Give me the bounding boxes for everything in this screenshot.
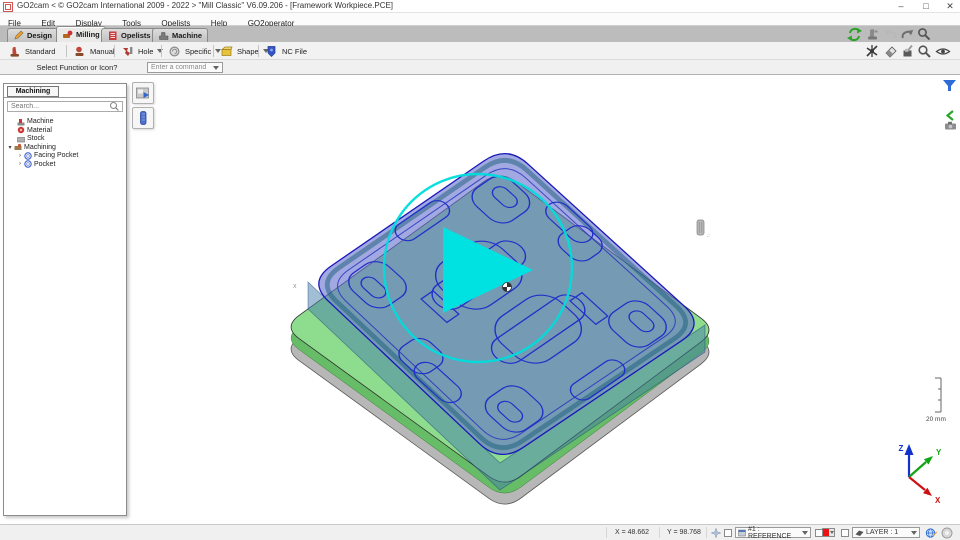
- x-coordinate: X = 48.662: [615, 525, 649, 540]
- axis-triad: Z Y X: [899, 444, 942, 505]
- expander-icon[interactable]: ›: [16, 153, 24, 159]
- scale-label: 20 mm: [926, 416, 946, 423]
- go2cam-window: GO2cam < © GO2cam International 2009 - 2…: [0, 0, 960, 540]
- move-origin-icon[interactable]: [711, 528, 721, 538]
- reference-select[interactable]: #1 : REFERENCE: [735, 527, 811, 538]
- chevron-down-icon: [802, 531, 808, 535]
- collapse-chevron-icon[interactable]: [945, 110, 955, 121]
- layer-select[interactable]: LAYER : 1: [852, 527, 920, 538]
- endmill-icon: [135, 110, 151, 126]
- filter-funnel-icon[interactable]: [942, 79, 957, 93]
- tool-cursor-icon: .:: [697, 220, 710, 239]
- status-bar: X = 48.662 Y = 98.768 #1 : REFERENCE: [0, 524, 960, 540]
- stock-tree-icon: [17, 135, 25, 143]
- viewport[interactable]: x .: 20 mm: [0, 75, 960, 524]
- simulation-button[interactable]: [132, 82, 154, 104]
- tool-hint-label: .:: [707, 233, 710, 239]
- reference-icon: [738, 529, 746, 537]
- snapshot-icon[interactable]: [944, 121, 957, 130]
- color-swatch-red[interactable]: [822, 528, 835, 537]
- x-axis-marker-label: x: [293, 283, 297, 290]
- search-icon: [109, 101, 120, 112]
- viewport-canvas[interactable]: x .: 20 mm: [0, 0, 960, 540]
- machining-tree-icon: [14, 143, 22, 151]
- material-tree-icon: [17, 126, 25, 134]
- scale-indicator: [935, 378, 941, 412]
- pocket-tree-icon: [24, 160, 32, 168]
- pocket-tree-icon: [24, 152, 32, 160]
- globe-edit-icon[interactable]: [925, 527, 937, 539]
- machining-panel-tab[interactable]: Machining: [7, 86, 59, 97]
- status-circle-icon[interactable]: [941, 527, 953, 539]
- axis-z-label: Z: [899, 444, 904, 453]
- tool-library-button[interactable]: [132, 107, 154, 129]
- reference-checkbox[interactable]: [724, 529, 732, 537]
- tree-item-pocket[interactable]: › Pocket: [4, 160, 55, 169]
- part-model[interactable]: [308, 154, 705, 490]
- search-input[interactable]: [8, 103, 109, 110]
- search-box: [7, 101, 123, 112]
- axis-y-label: Y: [936, 448, 942, 457]
- expander-icon[interactable]: ›: [16, 161, 24, 167]
- layer-plane-icon: [855, 529, 864, 537]
- machine-tree-icon: [17, 118, 25, 126]
- origin-marker: [503, 283, 512, 292]
- expander-icon[interactable]: ▾: [6, 144, 14, 151]
- machine-play-icon: [135, 85, 151, 101]
- machining-panel: Machining Machine Material S: [3, 83, 127, 516]
- chevron-down-icon: [911, 531, 917, 535]
- y-coordinate: Y = 98.768: [667, 525, 701, 540]
- chevron-down-icon: [830, 531, 834, 534]
- axis-x-label: X: [935, 496, 941, 505]
- layer-checkbox[interactable]: [841, 529, 849, 537]
